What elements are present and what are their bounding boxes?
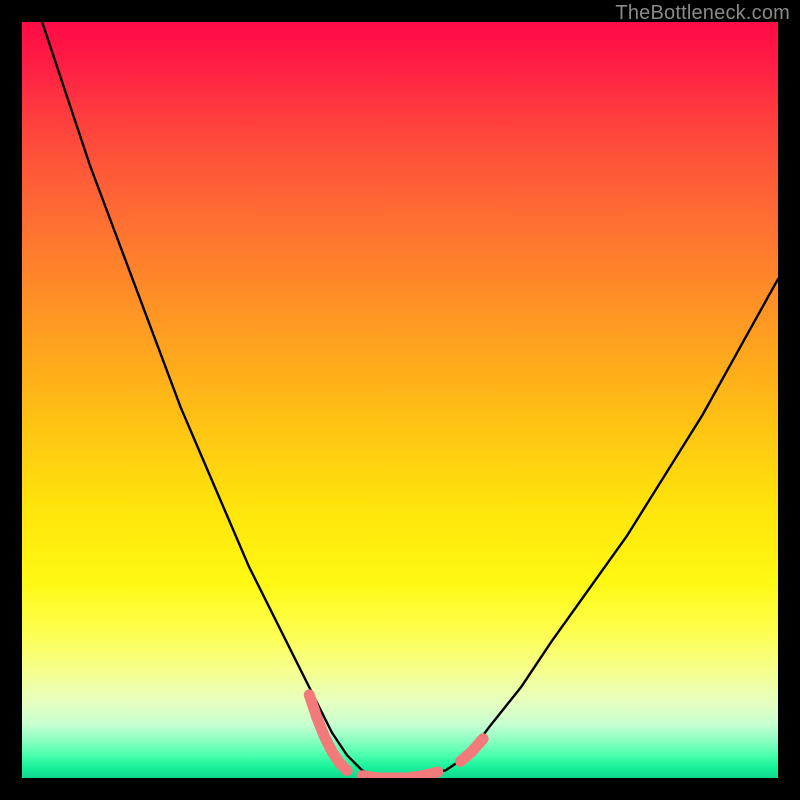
accent-segment-floor xyxy=(362,772,438,778)
chart-frame: TheBottleneck.com xyxy=(0,0,800,800)
accent-segment-right xyxy=(460,739,483,762)
plot-area xyxy=(22,22,778,778)
watermark-text: TheBottleneck.com xyxy=(615,2,790,25)
bottleneck-curve xyxy=(22,22,778,778)
accent-segment-left xyxy=(309,695,347,771)
curve-layer xyxy=(22,22,778,778)
